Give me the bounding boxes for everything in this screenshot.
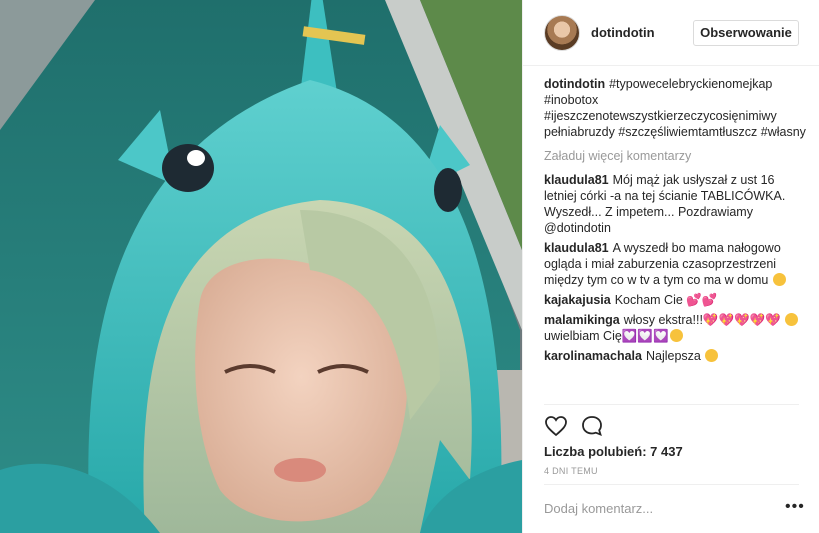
comment-text: Najlepsza (645, 349, 701, 363)
comment-item: klaudula81 A wyszedł bo mama nałogowo ogl… (544, 240, 806, 288)
smile-emoji-icon (669, 329, 683, 342)
divider (544, 404, 799, 405)
avatar[interactable] (544, 15, 580, 51)
hearts-emoji-icon: 💖💖💖💖💖 (702, 313, 781, 327)
comment-item: malamikinga włosy ekstra!!!💖💖💖💖💖 uwielbia… (544, 312, 806, 344)
comment-username[interactable]: klaudula81 (544, 173, 609, 187)
post-header: dotindotin Obserwowanie (523, 0, 819, 66)
comments-list[interactable]: dotindotin #typowecelebryckienomejkap #in… (544, 76, 806, 404)
caption: dotindotin #typowecelebryckienomejkap #in… (544, 76, 806, 140)
load-more-comments-link[interactable]: Załaduj więcej komentarzy (544, 148, 806, 164)
more-options-icon[interactable]: ••• (785, 499, 805, 515)
comment-text: włosy ekstra!!! (623, 313, 703, 327)
post-timestamp[interactable]: 4 DNI TEMU (544, 466, 598, 476)
comment-username[interactable]: malamikinga (544, 313, 620, 327)
post-photo[interactable] (0, 0, 522, 533)
comment-bubble-icon[interactable] (580, 414, 604, 438)
comment-username[interactable]: klaudula81 (544, 241, 609, 255)
comment-text-continued: uwielbiam Cię (544, 329, 622, 343)
follow-button[interactable]: Obserwowanie (693, 20, 799, 46)
divider (544, 484, 799, 485)
post-sidebar: dotindotin Obserwowanie dotindotin #typow… (522, 0, 819, 533)
hearts-emoji-icon: 💟💟💟 (621, 329, 669, 343)
hearts-emoji-icon: 💕💕 (686, 293, 718, 307)
comment-username[interactable]: kajakajusia (544, 293, 611, 307)
comment-item: kajakajusia Kocham Cie 💕💕 (544, 292, 806, 308)
kiss-emoji-icon (785, 313, 799, 326)
author-username[interactable]: dotindotin (591, 25, 655, 40)
comment-item: karolinamachala Najlepsza (544, 348, 806, 364)
add-comment-input[interactable] (544, 501, 774, 516)
caption-username[interactable]: dotindotin (544, 77, 605, 91)
comment-text: Kocham Cie (614, 293, 683, 307)
comment-username[interactable]: karolinamachala (544, 349, 642, 363)
laughing-emoji-icon (772, 273, 786, 286)
selfie-image (0, 0, 522, 533)
heart-eyes-emoji-icon (705, 349, 719, 362)
comment-item: klaudula81 Mój mąż jak usłyszał z ust 16 … (544, 172, 806, 236)
heart-icon[interactable] (544, 414, 568, 438)
likes-count[interactable]: Liczba polubień: 7 437 (544, 444, 683, 459)
